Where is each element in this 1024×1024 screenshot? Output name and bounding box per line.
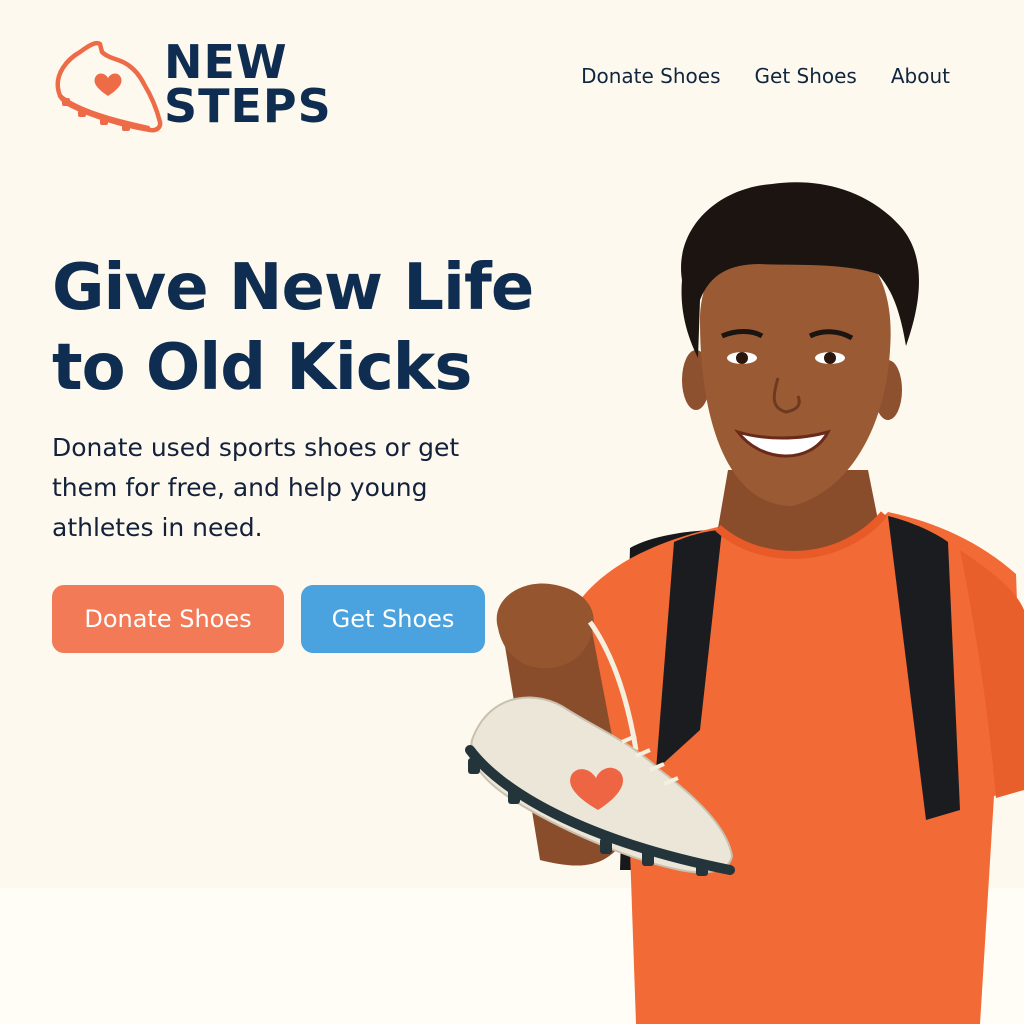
main-nav: Donate Shoes Get Shoes About: [581, 64, 950, 88]
brand-name-line1: NEW: [164, 35, 288, 89]
hero-subtext: Donate used sports shoes or get them for…: [52, 433, 460, 542]
get-shoes-button[interactable]: Get Shoes: [301, 585, 485, 653]
brand-logo[interactable]: NEW STEPS: [52, 38, 331, 136]
nav-about[interactable]: About: [891, 64, 950, 88]
shoe-heart-icon: [55, 40, 163, 133]
nav-get-shoes[interactable]: Get Shoes: [755, 64, 857, 88]
brand-name-line2: STEPS: [164, 79, 332, 133]
donate-shoes-button[interactable]: Donate Shoes: [52, 585, 284, 653]
boy-holding-cleat-photo: [465, 182, 1024, 1024]
nav-donate-shoes[interactable]: Donate Shoes: [581, 64, 720, 88]
brand-name: NEW STEPS: [164, 35, 332, 133]
